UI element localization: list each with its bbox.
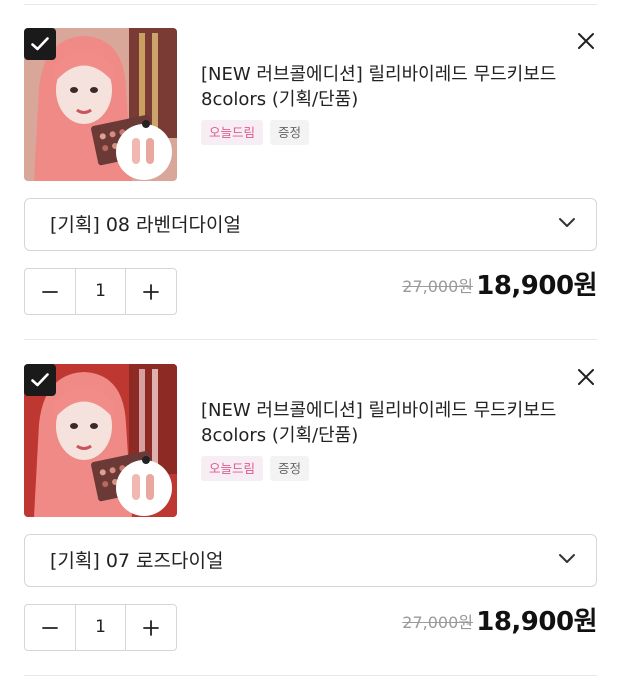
option-value: [기획] 08 라벤더다이얼 bbox=[50, 214, 241, 236]
cart-page: [NEW 러브콜에디션] 릴리바이레드 무드키보드 8colors (기획/단품… bbox=[0, 0, 621, 680]
option-select[interactable]: [기획] 07 로즈다이얼 bbox=[24, 534, 597, 587]
product-tags: 오늘드림 증정 bbox=[201, 120, 310, 145]
gift-badge: 증정 bbox=[270, 120, 310, 145]
divider bbox=[24, 675, 597, 676]
chevron-down-icon bbox=[559, 554, 575, 563]
minus-icon bbox=[42, 626, 58, 629]
product-title[interactable]: [NEW 러브콜에디션] 릴리바이레드 무드키보드 8colors (기획/단품… bbox=[201, 398, 571, 448]
decrease-button[interactable] bbox=[25, 269, 75, 314]
close-icon bbox=[578, 33, 594, 49]
divider bbox=[24, 339, 597, 340]
select-checkbox[interactable] bbox=[24, 28, 56, 60]
original-price: 27,000원 bbox=[402, 613, 473, 632]
today-delivery-badge: 오늘드림 bbox=[201, 456, 264, 481]
minus-icon bbox=[42, 290, 58, 293]
decrease-button[interactable] bbox=[25, 605, 75, 650]
plus-icon bbox=[143, 619, 159, 636]
select-checkbox[interactable] bbox=[24, 364, 56, 396]
product-tags: 오늘드림 증정 bbox=[201, 456, 310, 481]
sale-price: 18,900원 bbox=[476, 271, 597, 301]
close-icon bbox=[578, 369, 594, 385]
plus-icon bbox=[143, 283, 159, 300]
cart-item: [NEW 러브콜에디션] 릴리바이레드 무드키보드 8colors (기획/단품… bbox=[0, 346, 621, 666]
gift-badge: 증정 bbox=[270, 456, 310, 481]
option-value: [기획] 07 로즈다이얼 bbox=[50, 550, 224, 572]
divider bbox=[24, 4, 597, 5]
chevron-down-icon bbox=[559, 218, 575, 227]
quantity-value[interactable]: 1 bbox=[75, 605, 126, 650]
today-delivery-badge: 오늘드림 bbox=[201, 120, 264, 145]
original-price: 27,000원 bbox=[402, 277, 473, 296]
quantity-value[interactable]: 1 bbox=[75, 269, 126, 314]
check-icon bbox=[31, 373, 49, 387]
product-title[interactable]: [NEW 러브콜에디션] 릴리바이레드 무드키보드 8colors (기획/단품… bbox=[201, 62, 571, 112]
increase-button[interactable] bbox=[126, 605, 176, 650]
cart-item: [NEW 러브콜에디션] 릴리바이레드 무드키보드 8colors (기획/단품… bbox=[0, 10, 621, 330]
increase-button[interactable] bbox=[126, 269, 176, 314]
quantity-stepper: 1 bbox=[24, 268, 177, 315]
option-select[interactable]: [기획] 08 라벤더다이얼 bbox=[24, 198, 597, 251]
remove-item-button[interactable] bbox=[573, 28, 599, 54]
check-icon bbox=[31, 37, 49, 51]
remove-item-button[interactable] bbox=[573, 364, 599, 390]
sale-price: 18,900원 bbox=[476, 607, 597, 637]
quantity-stepper: 1 bbox=[24, 604, 177, 651]
